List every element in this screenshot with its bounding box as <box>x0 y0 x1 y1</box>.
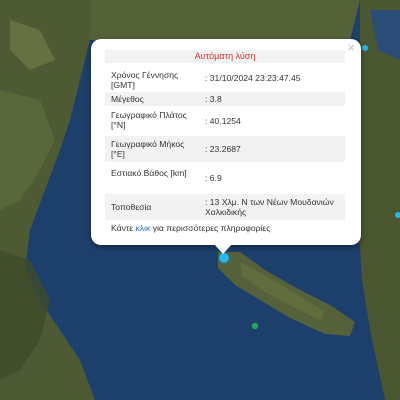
more-info-suffix: για περισσότερες πληροφορίες <box>150 223 271 233</box>
depth-value: : 6.9 <box>205 173 222 183</box>
info-row-magnitude: Μέγεθος : 3.8 <box>105 92 345 106</box>
magnitude-value: : 3.8 <box>205 94 222 104</box>
earthquake-marker[interactable] <box>218 252 230 264</box>
info-row-depth: Εστιακό Βάθος [km] : 6.9 <box>105 167 345 191</box>
earthquake-info-popup: × Αυτόματη λύση Χρόνος Γέννησης [GMT] : … <box>91 39 361 245</box>
more-info-prefix: Κάντε <box>111 223 136 233</box>
latitude-value: : 40.1254 <box>205 116 241 126</box>
more-info-text: Κάντε κλικ για περισσότερες πληροφορίες <box>111 223 270 233</box>
popup-pointer <box>214 244 232 254</box>
longitude-label: Γεωγραφικό Μήκος [°E] <box>111 139 185 159</box>
magnitude-label: Μέγεθος <box>111 94 144 104</box>
close-icon[interactable]: × <box>347 41 355 55</box>
other-marker-south[interactable] <box>251 322 259 330</box>
more-info-link[interactable]: κλικ <box>136 223 151 233</box>
origin-time-value: : 31/10/2024 23:23:47.45 <box>205 73 301 83</box>
popup-title: Αυτόματη λύση <box>105 50 345 63</box>
depth-label: Εστιακό Βάθος [km] <box>111 168 187 178</box>
other-marker-north[interactable] <box>362 45 368 51</box>
info-row-location: Τοποθεσία : 13 Χλμ. N των Νέων Μουδανιών… <box>105 194 345 220</box>
land-north <box>90 0 360 40</box>
location-value: : 13 Χλμ. N των Νέων Μουδανιών Χαλκιδική… <box>205 197 334 217</box>
location-label: Τοποθεσία <box>111 202 152 212</box>
latitude-label: Γεωγραφικό Πλάτος [°N] <box>111 110 187 130</box>
info-row-longitude: Γεωγραφικό Μήκος [°E] : 23.2687 <box>105 136 345 162</box>
info-row-latitude: Γεωγραφικό Πλάτος [°N] : 40.1254 <box>105 109 345 131</box>
longitude-value: : 23.2687 <box>205 144 241 154</box>
info-row-origin-time: Χρόνος Γέννησης [GMT] : 31/10/2024 23:23… <box>105 68 345 90</box>
origin-time-label: Χρόνος Γέννησης [GMT] <box>111 70 179 90</box>
